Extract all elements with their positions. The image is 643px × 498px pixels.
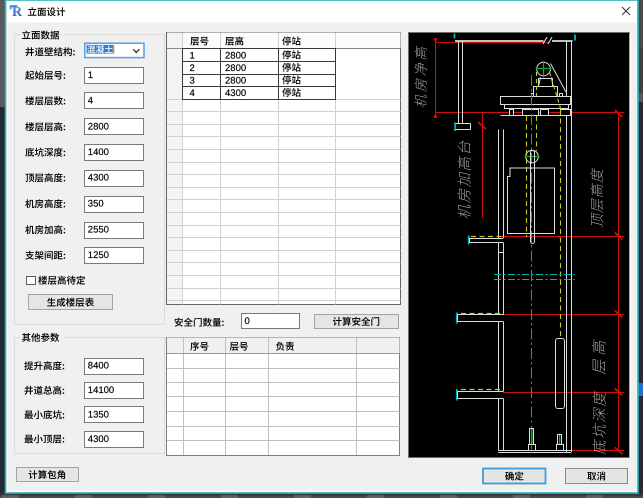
svg-text:1400: 1400 — [88, 147, 109, 158]
svg-text:4300: 4300 — [88, 173, 109, 184]
svg-text:2550: 2550 — [88, 225, 109, 236]
svg-text:4300: 4300 — [225, 88, 246, 99]
svg-text:4: 4 — [88, 96, 93, 107]
svg-text:3: 3 — [190, 76, 195, 87]
svg-text:350: 350 — [88, 199, 104, 210]
svg-text:14100: 14100 — [88, 385, 114, 396]
svg-text:0: 0 — [245, 316, 250, 327]
svg-text:1350: 1350 — [88, 410, 109, 421]
svg-text:2800: 2800 — [225, 76, 246, 87]
svg-text:4300: 4300 — [88, 434, 109, 445]
svg-text:1250: 1250 — [88, 250, 109, 261]
svg-text:2800: 2800 — [225, 63, 246, 74]
svg-text:2800: 2800 — [88, 122, 109, 133]
svg-text:1: 1 — [88, 70, 93, 81]
svg-text:4: 4 — [190, 88, 195, 99]
svg-text:1: 1 — [190, 50, 195, 61]
svg-text:2800: 2800 — [225, 50, 246, 61]
svg-text:2: 2 — [190, 63, 195, 74]
svg-text:R: R — [12, 5, 23, 20]
svg-text:8400: 8400 — [88, 361, 109, 372]
